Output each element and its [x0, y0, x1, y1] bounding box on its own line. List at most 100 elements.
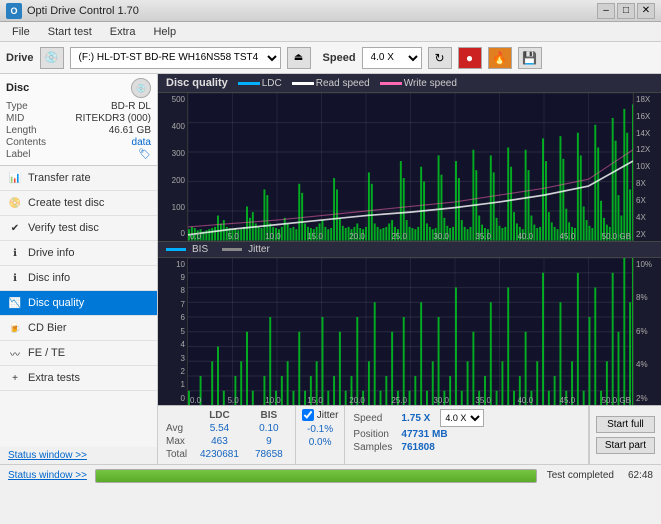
- disc-icon[interactable]: 💿: [131, 78, 151, 98]
- avg-ldc: 5.54: [192, 422, 247, 435]
- sidebar-item-create-test-disc[interactable]: 📀 Create test disc: [0, 191, 157, 216]
- bis-col-header: BIS: [247, 409, 291, 422]
- status-window-button[interactable]: Status window >>: [0, 447, 157, 464]
- stats-avg-row: Avg 5.54 0.10: [162, 422, 291, 435]
- toolbar: Drive 💿 (F:) HL-DT-ST BD-RE WH16NS58 TST…: [0, 42, 661, 74]
- burn-button[interactable]: 🔥: [488, 47, 512, 69]
- stats-table-area: LDC BIS Avg 5.54 0.10 Max 463: [158, 406, 296, 464]
- max-ldc: 463: [192, 435, 247, 448]
- disc-button[interactable]: ●: [458, 47, 482, 69]
- avg-label: Avg: [162, 422, 192, 435]
- main-layout: Disc 💿 Type BD-R DL MID RITEKDR3 (000) L…: [0, 74, 661, 464]
- ldc-col-header: LDC: [192, 409, 247, 422]
- nav-list: 📊 Transfer rate 📀 Create test disc ✔ Ver…: [0, 166, 157, 447]
- speed-select[interactable]: 4.0 X 2.0 X 1.0 X: [440, 409, 484, 427]
- drive-icon: 💿: [40, 47, 64, 69]
- bottom-chart-svg: [188, 258, 633, 406]
- menu-help[interactable]: Help: [145, 24, 184, 40]
- bottom-y-axis-right: 10% 8% 6% 4% 2%: [633, 258, 661, 406]
- write-speed-legend-label: Write speed: [404, 78, 457, 89]
- top-chart-svg: [188, 93, 633, 241]
- stats-panel: LDC BIS Avg 5.54 0.10 Max 463: [158, 405, 661, 464]
- stats-max-row: Max 463 9: [162, 435, 291, 448]
- menu-file[interactable]: File: [4, 24, 38, 40]
- drive-selector[interactable]: (F:) HL-DT-ST BD-RE WH16NS58 TST4: [70, 47, 281, 69]
- disc-label-row: Label 🏷: [6, 149, 151, 160]
- type-value: BD-R DL: [111, 101, 151, 112]
- app-icon: O: [6, 3, 22, 19]
- speed-selector[interactable]: 4.0 X 1.0 X 2.0 X 8.0 X: [362, 47, 422, 69]
- avg-jitter: -0.1%: [302, 423, 339, 436]
- samples-label: Samples: [353, 442, 395, 453]
- position-row: Position 47731 MB: [353, 429, 579, 440]
- jitter-stats-area: Jitter -0.1% 0.0%: [296, 406, 346, 464]
- drive-info-icon: ℹ: [8, 246, 22, 260]
- total-bis: 78658: [247, 448, 291, 461]
- sidebar-item-drive-info[interactable]: ℹ Drive info: [0, 241, 157, 266]
- top-x-axis: 0.0 5.0 10.0 15.0 20.0 25.0 30.0 35.0 40…: [188, 232, 633, 241]
- sidebar-item-disc-quality[interactable]: 📉 Disc quality: [0, 291, 157, 316]
- samples-row: Samples 761808: [353, 442, 579, 453]
- label-label: Label: [6, 149, 30, 160]
- eject-button[interactable]: ⏏: [287, 47, 311, 69]
- max-jitter: 0.0%: [302, 436, 339, 449]
- mid-label: MID: [6, 113, 24, 124]
- window-title: Opti Drive Control 1.70: [27, 5, 139, 17]
- disc-type-row: Type BD-R DL: [6, 101, 151, 112]
- bis-legend-color: [166, 248, 186, 251]
- minimize-button[interactable]: –: [597, 3, 615, 19]
- disc-mid-row: MID RITEKDR3 (000): [6, 113, 151, 124]
- menubar: File Start test Extra Help: [0, 22, 661, 42]
- ldc-legend-label: LDC: [262, 78, 282, 89]
- menu-extra[interactable]: Extra: [102, 24, 144, 40]
- jitter-checkbox[interactable]: [302, 409, 314, 421]
- disc-section-label: Disc: [6, 82, 29, 94]
- speed-label: Speed: [353, 413, 395, 424]
- jitter-label: Jitter: [317, 410, 339, 421]
- menu-start-test[interactable]: Start test: [40, 24, 100, 40]
- transfer-rate-icon: 📊: [8, 171, 22, 185]
- sidebar-item-fe-te[interactable]: 〰 FE / TE: [0, 341, 157, 366]
- disc-panel: Disc 💿 Type BD-R DL MID RITEKDR3 (000) L…: [0, 74, 157, 166]
- position-value: 47731 MB: [401, 429, 447, 440]
- length-label: Length: [6, 125, 37, 136]
- sidebar-item-verify-test-disc[interactable]: ✔ Verify test disc: [0, 216, 157, 241]
- jitter-legend-label: Jitter: [248, 244, 270, 255]
- refresh-button[interactable]: ↻: [428, 47, 452, 69]
- read-speed-legend-color: [292, 82, 314, 85]
- sidebar: Disc 💿 Type BD-R DL MID RITEKDR3 (000) L…: [0, 74, 158, 464]
- label-icon: 🏷: [138, 149, 151, 160]
- disc-quality-icon: 📉: [8, 296, 22, 310]
- position-label: Position: [353, 429, 395, 440]
- status-time: 62:48: [624, 470, 657, 481]
- samples-value: 761808: [401, 442, 434, 453]
- bottom-chart-plot: 0.0 5.0 10.0 15.0 20.0 25.0 30.0 35.0 40…: [188, 258, 633, 406]
- status-text: Test completed: [541, 470, 620, 481]
- sidebar-item-disc-info[interactable]: ℹ Disc info: [0, 266, 157, 291]
- avg-bis: 0.10: [247, 422, 291, 435]
- start-full-button[interactable]: Start full: [596, 416, 655, 433]
- create-disc-icon: 📀: [8, 196, 22, 210]
- save-button[interactable]: 💾: [518, 47, 542, 69]
- contents-label: Contents: [6, 137, 46, 148]
- maximize-button[interactable]: □: [617, 3, 635, 19]
- drive-label: Drive: [6, 52, 34, 64]
- status-window-button[interactable]: Status window >>: [4, 470, 91, 481]
- window-controls: – □ ✕: [597, 3, 655, 19]
- sidebar-item-cd-bier[interactable]: 🍺 CD Bier: [0, 316, 157, 341]
- sidebar-item-extra-tests[interactable]: + Extra tests: [0, 366, 157, 391]
- cd-bier-icon: 🍺: [8, 321, 22, 335]
- max-label: Max: [162, 435, 192, 448]
- disc-info-icon: ℹ: [8, 271, 22, 285]
- sidebar-item-transfer-rate[interactable]: 📊 Transfer rate: [0, 166, 157, 191]
- write-speed-legend-color: [380, 82, 402, 85]
- chart-header: Disc quality LDC Read speed Write speed: [158, 74, 661, 93]
- close-button[interactable]: ✕: [637, 3, 655, 19]
- read-speed-legend-label: Read speed: [316, 78, 370, 89]
- fe-te-icon: 〰: [8, 346, 22, 360]
- mid-value: RITEKDR3 (000): [75, 113, 151, 124]
- statusbar: Status window >> Test completed 62:48: [0, 464, 661, 486]
- start-part-button[interactable]: Start part: [596, 437, 655, 454]
- total-label: Total: [162, 448, 192, 461]
- chart-title: Disc quality: [166, 77, 228, 89]
